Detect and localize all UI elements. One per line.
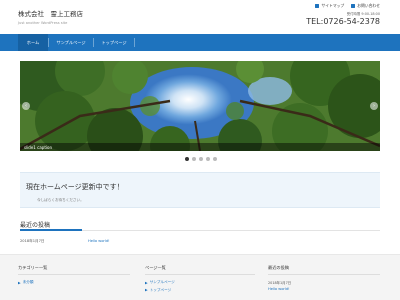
recent-posts-heading: 最近の投稿 <box>20 222 51 229</box>
site-header: 株式会社 霊上工務店 Just another WordPress site サ… <box>0 0 400 34</box>
footer-pages-title: ページ一覧 <box>145 265 166 270</box>
chevron-right-icon: ▶ <box>145 288 148 292</box>
slider-dot[interactable] <box>199 157 203 161</box>
phone-number[interactable]: TEL:0726-54-2378 <box>306 17 380 26</box>
site-brand[interactable]: 株式会社 霊上工務店 <box>18 8 83 18</box>
post-date: 2018年1月7日 <box>20 239 45 243</box>
nav-divider <box>134 38 135 47</box>
footer-post-date: 2018年1月7日 <box>268 281 292 285</box>
contact-link[interactable]: お問い合わせ <box>351 3 380 9</box>
footer-divider <box>268 274 380 275</box>
contact-label: お問い合わせ <box>357 3 380 8</box>
footer-page-item[interactable]: ▶ トップページ <box>145 288 255 293</box>
business-hours: 受付時間 9:00-18:00 <box>346 12 380 16</box>
nav-item-sample-page[interactable]: サンプルページ <box>49 34 93 51</box>
footer-recent: 最近の投稿 2018年1月7日 Hello world! <box>268 265 380 294</box>
nav-item-top-page[interactable]: トップページ <box>94 34 134 51</box>
footer-post-link[interactable]: Hello world! <box>268 287 380 291</box>
footer-categories-title: カテゴリー一覧 <box>18 265 48 270</box>
post-title-link[interactable]: Hello world! <box>88 239 110 243</box>
mail-icon <box>351 4 356 8</box>
recent-posts-accent-line <box>20 229 82 231</box>
slide-caption-bar: slide1 caption <box>20 143 380 151</box>
hero-slider[interactable]: ‹ › slide1 caption <box>20 61 380 151</box>
slider-dot[interactable] <box>213 157 217 161</box>
footer-page-label: サンプルページ <box>149 280 175 284</box>
sitemap-icon <box>315 4 320 8</box>
footer-widgets: カテゴリー一覧 ▶ 未分類 ページ一覧 ▶ サンプルページ ▶ トップページ 最… <box>0 254 400 300</box>
footer-page-label: トップページ <box>149 287 172 292</box>
slider-dot[interactable] <box>192 157 196 161</box>
slider-prev-arrow-icon[interactable]: ‹ <box>22 102 30 110</box>
slide-caption: slide1 caption <box>24 144 52 150</box>
header-links: サイトマップ お問い合わせ <box>315 3 380 9</box>
footer-divider <box>18 274 130 275</box>
main-nav: ホーム サンプルページ トップページ <box>0 34 400 51</box>
slider-next-arrow-icon[interactable]: › <box>370 102 378 110</box>
nav-item-home[interactable]: ホーム <box>18 34 48 51</box>
footer-pages: ページ一覧 ▶ サンプルページ ▶ トップページ <box>145 265 255 295</box>
chevron-right-icon: ▶ <box>18 280 21 285</box>
footer-recent-title: 最近の投稿 <box>268 265 289 270</box>
notice-subtitle: 今しばらくお待ちください。 <box>37 198 84 202</box>
footer-divider <box>145 274 255 275</box>
site-tagline: Just another WordPress site <box>18 21 68 25</box>
sitemap-label: サイトマップ <box>321 3 345 8</box>
footer-categories: カテゴリー一覧 ▶ 未分類 <box>18 265 130 288</box>
slider-pagination <box>185 157 217 161</box>
footer-category-label: 未分類 <box>22 280 34 284</box>
footer-page-item[interactable]: ▶ サンプルページ <box>145 280 255 285</box>
slider-dot[interactable] <box>185 157 189 161</box>
notice-box: 現在ホームページ更新中です！ 今しばらくお待ちください。 <box>20 172 380 208</box>
notice-title: 現在ホームページ更新中です！ <box>26 183 124 191</box>
slider-dot[interactable] <box>206 157 210 161</box>
forest-canopy-image <box>20 61 380 151</box>
sitemap-link[interactable]: サイトマップ <box>315 3 344 9</box>
chevron-right-icon: ▶ <box>145 280 148 285</box>
footer-category-item[interactable]: ▶ 未分類 <box>18 280 130 285</box>
